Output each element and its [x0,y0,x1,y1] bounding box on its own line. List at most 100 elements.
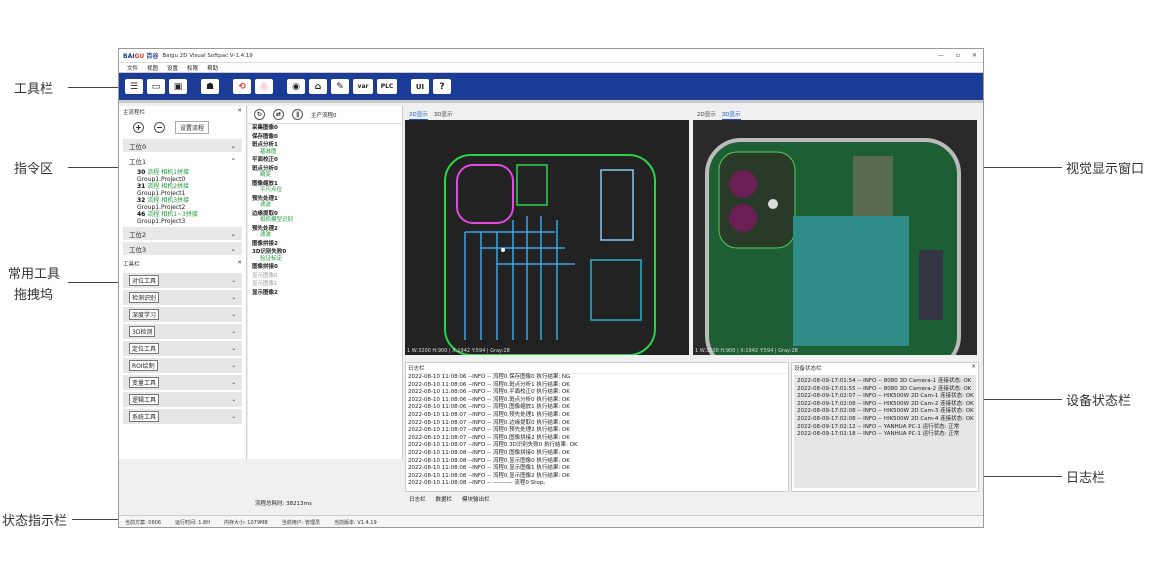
flow-step-label: 显示图像0 [252,272,278,279]
device-line: 2022-08-09-17:02:08 -- INFO -- HIK500W 2… [797,408,974,415]
view-status: 1 W:3200 H:900 | X:1942 Y:594 | Gray:28 [407,348,510,354]
variable-button[interactable]: var [353,79,373,94]
flow-step[interactable]: 平面校正0 [248,156,402,165]
stop-icon[interactable]: ◎ [255,79,273,94]
menu-settings[interactable]: 设置 [167,64,178,72]
flow-step[interactable]: 斑点分析0 畸变 [248,165,402,180]
camera-icon[interactable]: ◉ [287,79,305,94]
flow-step-note: 相机模型识别 [260,217,294,223]
tool-3d-detect[interactable]: 3D检测 ⌄ [123,324,242,339]
folder-open-icon[interactable]: ▭ [147,79,165,94]
tool-system[interactable]: 系统工具 ⌄ [123,409,242,424]
group-station-0[interactable]: 工位0 ⌄ [123,139,242,152]
menu-permissions[interactable]: 权限 [187,64,198,72]
flow-step[interactable]: 3D识别失败0 验证标定 [248,248,402,263]
log-line: 2022-08-10 11:08:06 --INFO -- 流程0.平面校正0 … [408,389,570,396]
plc-button[interactable]: PLC [377,79,397,94]
tool-roi[interactable]: ROI绘制 ⌄ [123,358,242,373]
status-version: 当前版本: V1.4.19 [334,520,377,526]
log-line: 2022-08-10 11:08:07 --INFO -- 流程0.预先处理2 … [408,427,570,434]
view-status: 1 W:3200 H:900 | X:1942 Y:594 | Gray:28 [695,348,798,354]
flow-step[interactable]: 显示图像2 [248,289,402,298]
vision-view-left: 2D显示 3D显示 1 W:3200 H:900 | X:1942 Y:594 |… [405,106,691,358]
tab-3d[interactable]: 3D显示 [721,110,741,120]
device-title: 设备状态栏 [794,366,822,372]
menu-file[interactable]: 文件 [127,64,138,72]
edit-icon[interactable]: ✎ [331,79,349,94]
close-button[interactable]: ✕ [972,52,977,59]
sync-icon[interactable]: ⟲ [233,79,251,94]
flow-time: 流程总耗时: 38213ms [255,501,312,507]
tab-data[interactable]: 数据栏 [436,495,453,503]
users-icon[interactable]: ☗ [201,79,219,94]
phone-image[interactable]: 1 W:3200 H:900 | X:1942 Y:594 | Gray:28 [693,120,977,355]
flow-step[interactable]: 预先处理2 滤波 [248,225,402,240]
flow-step[interactable]: 边缘提取0 相机模型识别 [248,210,402,225]
home-icon[interactable]: ⌂ [309,79,327,94]
tool-logic[interactable]: 逻辑工具 ⌄ [123,392,242,407]
log-line: 2022-08-10 11:08:08 --INFO -- 流程0.图像拼接0 … [408,449,570,456]
list-item[interactable]: 30 流程 相机1拼接 Group1.Project0 [119,169,246,183]
flow-step[interactable]: 预先处理1 滤波 [248,195,402,210]
flow-step[interactable]: 显示图像0 [248,272,402,281]
run-once-icon[interactable]: ↻ [254,109,265,120]
list-item[interactable]: 46 流程 相机1~3拼接 Group1.Project3 [119,211,246,225]
flow-step[interactable]: 图像拼接2 [248,240,402,249]
group-station-2[interactable]: 工位2 ⌄ [123,227,242,240]
log-line: 2022-08-10 11:08:06 --INFO -- 流程0.保存图像0 … [408,374,571,380]
xray-image[interactable]: 1 W:3200 H:900 | X:1942 Y:594 | Gray:28 [405,120,689,355]
tab-module-output[interactable]: 模块输出栏 [462,495,490,503]
tool-locate[interactable]: 定位工具 ⌄ [123,341,242,356]
tab-3d[interactable]: 3D显示 [434,110,453,120]
flow-step-note: 基准图 [260,148,277,155]
pause-icon[interactable]: ∥ [292,109,303,120]
ui-button[interactable]: UI [411,79,429,94]
log-line: 2022-08-10 11:08:08 --INFO -- ----------… [408,480,549,487]
list-item[interactable]: 31 流程 相机2拼接 Group1.Project1 [119,183,246,197]
group-station-3[interactable]: 工位3 ⌄ [123,242,242,255]
device-line: 2022-08-09-17:01:54 -- INFO -- 8080 3D C… [797,378,972,384]
menu-view[interactable]: 视图 [147,64,158,72]
group-station-1[interactable]: 工位1 ⌃ [123,154,242,167]
help-button[interactable]: ? [433,79,451,94]
log-line: 2022-08-10 11:08:08 --INFO -- 流程0.显示图像1 … [408,465,570,472]
flow-step[interactable]: 图像缩放1 平尺点位 [248,180,402,195]
flow-step-note: 验证标定 [260,255,283,262]
tab-2d[interactable]: 2D显示 [409,110,428,120]
app-title: Baigu 2D Visual Softpac V-1.4.19 [162,52,253,59]
tab-2d[interactable]: 2D显示 [697,110,716,120]
status-bar: 当前方案: 0606 运行时间: 1.8H 内存大小: 1079MB 当前用户:… [119,515,983,527]
loop-icon[interactable]: ⇄ [273,109,284,120]
flow-step-note: 滤波 [260,202,272,208]
flow-step[interactable]: 采集图像0 [248,124,402,133]
flow-step-label: 显示图像2 [252,289,278,296]
close-icon[interactable]: ✕ [971,364,976,372]
tool-variable[interactable]: 变量工具 ⌄ [123,375,242,390]
add-flow-button[interactable]: + [133,122,144,133]
tool-deep-learning[interactable]: 深度学习 ⌄ [123,307,242,322]
close-icon[interactable]: ✕ [237,260,242,268]
flow-step-panel: ↻ ⇄ ∥ 主产流程0 采集图像0 保存图像0 斑点分析1 基准图 平面校正0 斑点分析0… [248,106,403,459]
flow-step[interactable]: 图像拼接0 [248,263,402,272]
remove-flow-button[interactable]: − [154,122,165,133]
tab-log[interactable]: 日志栏 [409,495,426,503]
menu-help[interactable]: 帮助 [207,64,218,72]
flow-step[interactable]: 斑点分析1 基准图 [248,141,402,156]
tool-detect[interactable]: 检测识别 ⌄ [123,290,242,305]
minimize-button[interactable]: — [938,52,944,59]
device-line: 2022-08-09-17:02:07 -- INFO -- HIK500W 2… [797,393,974,400]
annotation-toolbar: 工具栏 [14,82,54,97]
save-icon[interactable]: ▣ [169,79,187,94]
list-item[interactable]: 32 流程 相机3拼接 Group1.Project2 [119,197,246,211]
flow-step[interactable]: 保存图像0 [248,133,402,142]
close-icon[interactable]: ✕ [237,108,242,116]
annotation-device-status: 设备状态栏 [1066,394,1132,409]
main-flow-title: 主流程栏 [123,110,146,116]
tool-align[interactable]: 对位工具 ⌄ [123,273,242,288]
maximize-button[interactable]: ▫ [956,52,960,59]
flow-step[interactable]: 显示图像1 [248,280,402,289]
flow-step-note: 滤波 [260,232,272,238]
set-flow-button[interactable]: 设置流程 [175,121,210,134]
list-icon[interactable]: ☰ [125,79,143,94]
flow-step-note: 畸变 [260,172,272,178]
